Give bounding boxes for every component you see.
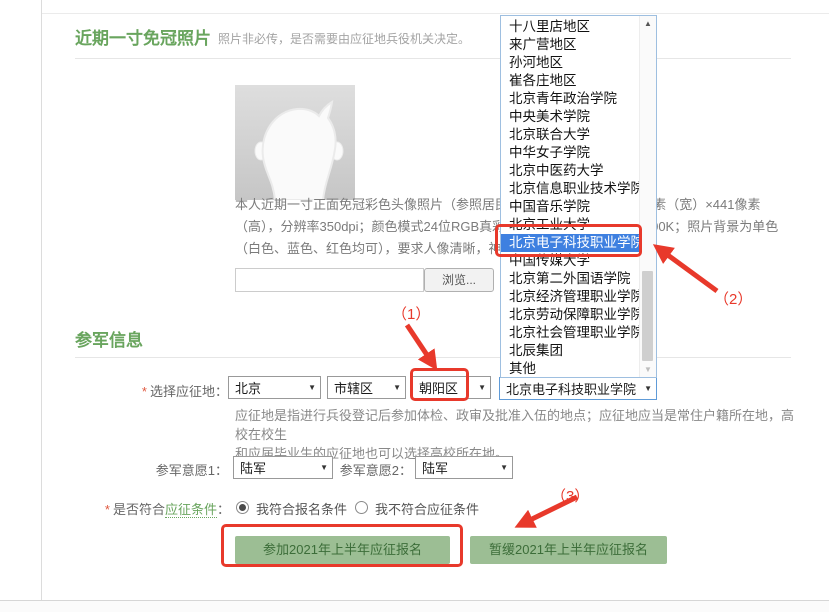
dropdown-option[interactable]: 中央美术学院: [501, 108, 640, 126]
dropdown-option[interactable]: 中国传媒大学: [501, 252, 640, 270]
dropdown-option[interactable]: 中华女子学院: [501, 144, 640, 162]
chevron-down-icon: ▼: [644, 384, 652, 393]
radio-meet-conditions[interactable]: [236, 501, 249, 514]
school-dropdown-list[interactable]: 十八里店地区来广营地区孙河地区崔各庄地区北京青年政治学院中央美术学院北京联合大学…: [500, 15, 657, 378]
section-divider: [75, 58, 791, 59]
dropdown-option[interactable]: 北辰集团: [501, 342, 640, 360]
dropdown-option[interactable]: 来广营地区: [501, 36, 640, 54]
city-select[interactable]: 市辖区 ▼: [327, 376, 406, 399]
photo-placeholder: [235, 85, 355, 200]
enlist-section-title: 参军信息: [75, 326, 143, 351]
chevron-down-icon: ▼: [393, 383, 401, 392]
dropdown-option[interactable]: 其他: [501, 360, 640, 378]
chevron-down-icon: ▼: [320, 463, 328, 472]
chevron-down-icon: ▼: [500, 463, 508, 472]
dropdown-option[interactable]: 崔各庄地区: [501, 72, 640, 90]
preference2-select[interactable]: 陆军 ▼: [415, 456, 513, 479]
province-select[interactable]: 北京 ▼: [228, 376, 321, 399]
dropdown-option[interactable]: 中国音乐学院: [501, 198, 640, 216]
district-select[interactable]: 朝阳区 ▼: [412, 376, 491, 399]
top-border-line: [42, 13, 829, 14]
postpone-enlistment-button[interactable]: 暂缓2021年上半年应征报名: [470, 536, 667, 564]
school-select[interactable]: 北京电子科技职业学院 ▼: [499, 377, 657, 400]
dropdown-option[interactable]: 北京中医药大学: [501, 162, 640, 180]
section-divider: [75, 357, 791, 358]
radio-not-meet-conditions-label: 我不符合应征条件: [375, 499, 479, 518]
dropdown-option[interactable]: 北京联合大学: [501, 126, 640, 144]
location-help-text: 应征地是指进行兵役登记后参加体检、政审及批准入伍的地点；应征地应当是常住户籍所在…: [235, 406, 805, 463]
join-enlistment-button[interactable]: 参加2021年上半年应征报名: [235, 536, 450, 564]
preference1-label: 参军意愿1：: [60, 460, 228, 479]
dropdown-option[interactable]: 北京经济管理职业学院: [501, 288, 640, 306]
scrollbar-thumb[interactable]: [642, 271, 653, 361]
annotation-step2-label: （2）: [714, 288, 752, 309]
browse-button[interactable]: 浏览...: [424, 268, 494, 292]
annotation-step3-label: （3）: [551, 485, 589, 506]
annotation-step1-label: （1）: [392, 303, 430, 324]
dropdown-scrollbar[interactable]: ▲ ▼: [639, 16, 656, 377]
dropdown-option[interactable]: 北京工业大学: [501, 216, 640, 234]
photo-file-input[interactable]: [235, 268, 424, 292]
dropdown-option[interactable]: 北京电子科技职业学院: [501, 234, 640, 252]
dropdown-option[interactable]: 孙河地区: [501, 54, 640, 72]
chevron-down-icon: ▼: [478, 383, 486, 392]
condition-link[interactable]: 应征条件: [165, 502, 217, 518]
preference1-select[interactable]: 陆军 ▼: [233, 456, 333, 479]
radio-meet-conditions-label: 我符合报名条件: [256, 499, 347, 518]
photo-section-note: 照片非必传，是否需要由应征地兵役机关决定。: [218, 30, 470, 47]
required-asterisk: *: [105, 502, 110, 517]
condition-label: *是否符合应征条件：: [40, 499, 230, 518]
arrow-to-district-select: [407, 325, 429, 358]
location-label: *选择应征地：: [60, 381, 228, 400]
dropdown-options-container: 十八里店地区来广营地区孙河地区崔各庄地区北京青年政治学院中央美术学院北京联合大学…: [501, 18, 656, 378]
dropdown-option[interactable]: 北京劳动保障职业学院: [501, 306, 640, 324]
radio-not-meet-conditions[interactable]: [355, 501, 368, 514]
chevron-down-icon: ▼: [308, 383, 316, 392]
dropdown-option[interactable]: 北京社会管理职业学院: [501, 324, 640, 342]
dropdown-option[interactable]: 北京第二外国语学院: [501, 270, 640, 288]
bottom-strip: [0, 601, 829, 612]
dropdown-option[interactable]: 北京青年政治学院: [501, 90, 640, 108]
dropdown-option[interactable]: 北京信息职业技术学院: [501, 180, 640, 198]
dropdown-option[interactable]: 十八里店地区: [501, 18, 640, 36]
scroll-down-icon[interactable]: ▼: [640, 365, 656, 374]
scroll-up-icon[interactable]: ▲: [640, 19, 656, 28]
photo-section-title: 近期一寸免冠照片: [75, 24, 211, 49]
enlistment-form-page: 近期一寸免冠照片 照片非必传，是否需要由应征地兵役机关决定。 本人近期一寸正面免…: [0, 0, 829, 612]
required-asterisk: *: [142, 384, 147, 399]
preference2-label: 参军意愿2：: [336, 460, 412, 479]
